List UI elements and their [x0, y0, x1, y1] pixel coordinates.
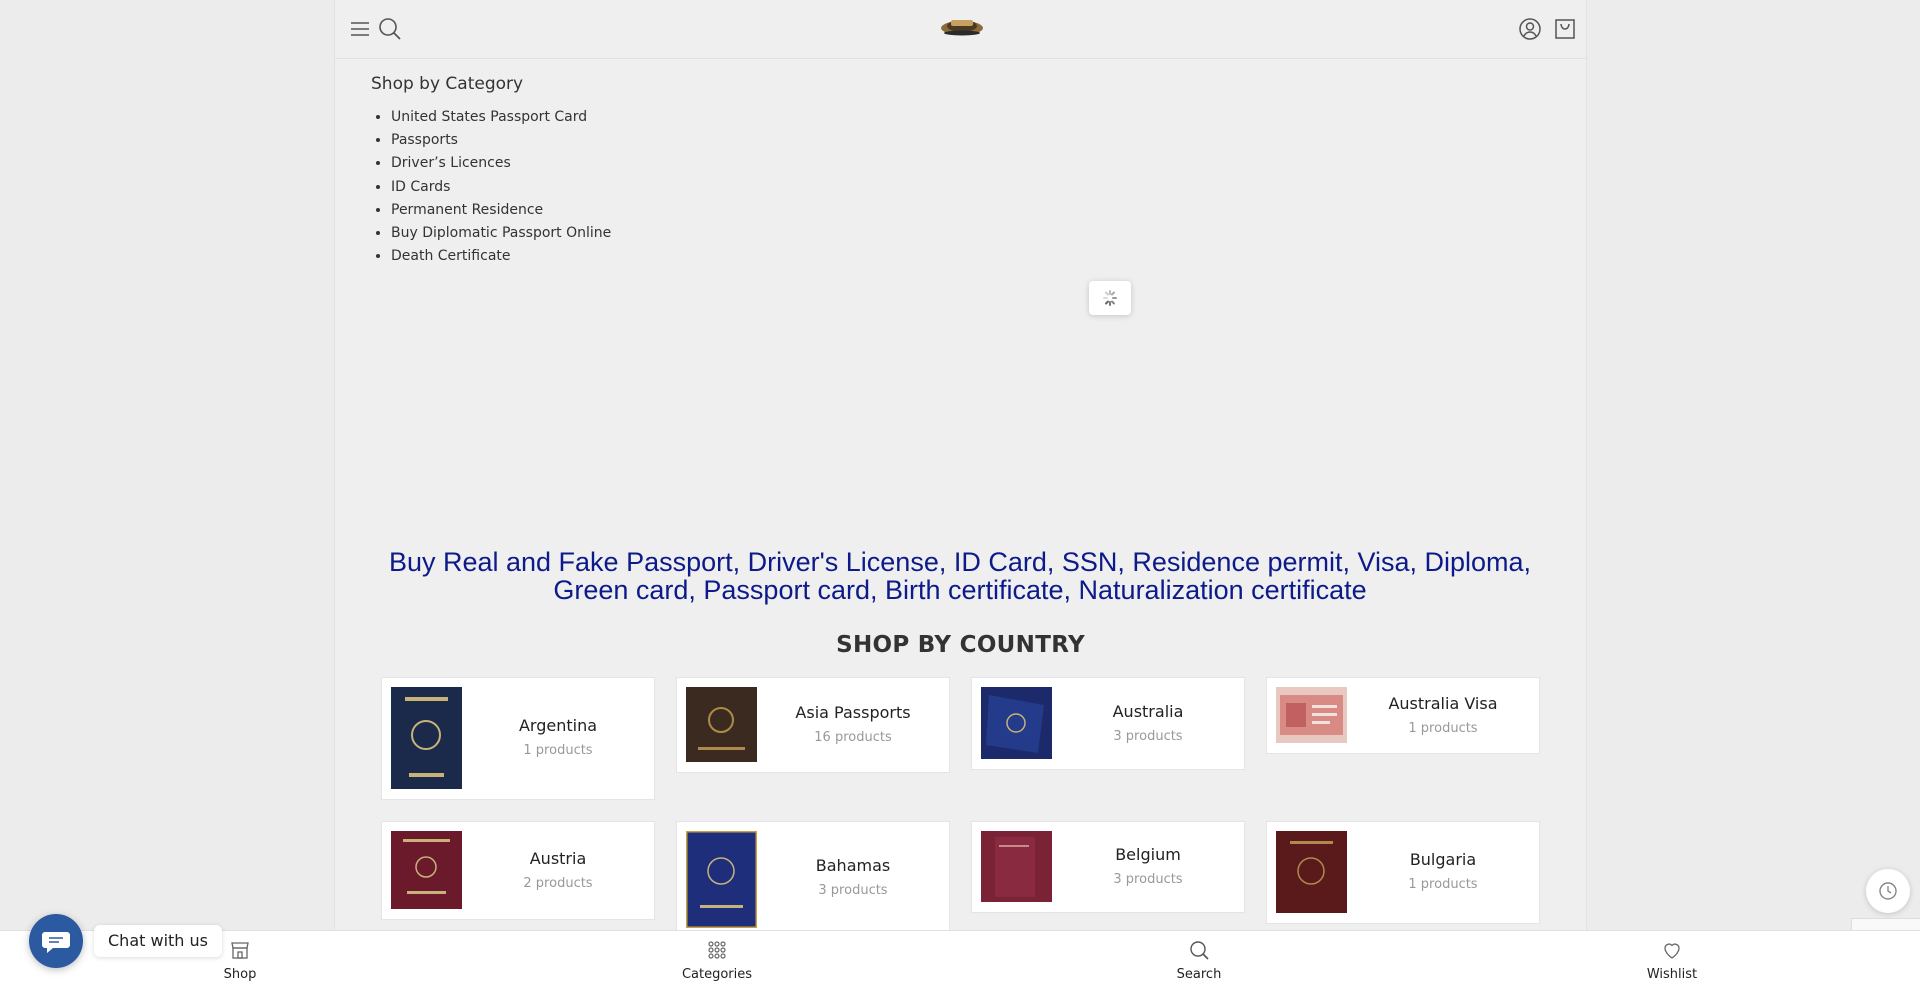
product-count: 3 products — [818, 883, 888, 898]
passport-thumbnail — [981, 831, 1052, 902]
country-card-bulgaria[interactable]: Bulgaria 1 products — [1266, 821, 1540, 924]
nav-categories-label: Categories — [681, 967, 753, 982]
shop-icon — [231, 942, 249, 959]
product-count: 16 products — [814, 730, 892, 745]
country-card-argentina[interactable]: Argentina 1 products — [381, 677, 655, 800]
country-card-asia-passports[interactable]: Asia Passports 16 products — [676, 677, 950, 773]
category-item[interactable]: Death Certificate — [391, 245, 611, 268]
country-name: Australia — [1112, 702, 1184, 721]
chat-bubble-icon — [42, 932, 70, 953]
passport-thumbnail — [686, 687, 757, 762]
nav-search-label: Search — [1176, 967, 1222, 982]
nav-shop-label: Shop — [223, 967, 257, 982]
country-card-bahamas[interactable]: Bahamas 3 products — [676, 821, 950, 931]
category-item[interactable]: Driver’s Licences — [391, 152, 611, 175]
bottom-navigation: Shop Categories Search Wishlist — [0, 930, 1920, 994]
product-count: 1 products — [523, 743, 593, 758]
nav-search[interactable]: Search — [1129, 939, 1269, 982]
category-item[interactable]: Buy Diplomatic Passport Online — [391, 222, 611, 245]
page-container: Shop by Category United States Passport … — [334, 0, 1587, 993]
visa-thumbnail — [1276, 687, 1347, 743]
page-headline: Buy Real and Fake Passport, Driver's Lic… — [388, 547, 1532, 605]
product-count: 1 products — [1408, 721, 1478, 736]
country-name: Australia Visa — [1388, 694, 1498, 713]
country-name: Argentina — [518, 716, 598, 735]
category-item[interactable]: Permanent Residence — [391, 199, 611, 222]
country-card-austria[interactable]: Austria 2 products — [381, 821, 655, 920]
product-count: 2 products — [523, 876, 593, 891]
category-section-title: Shop by Category — [371, 74, 524, 94]
grid-icon — [708, 941, 726, 959]
chat-button[interactable] — [29, 914, 83, 968]
passport-thumbnail — [391, 687, 462, 789]
search-icon[interactable] — [377, 16, 403, 42]
user-icon[interactable] — [1517, 16, 1543, 42]
recently-viewed-button[interactable] — [1866, 869, 1910, 913]
nav-wishlist-label: Wishlist — [1646, 967, 1698, 982]
chat-label[interactable]: Chat with us — [94, 925, 222, 957]
passport-thumbnail — [1276, 831, 1347, 913]
bag-icon[interactable] — [1552, 16, 1578, 42]
country-name: Asia Passports — [795, 703, 911, 722]
nav-categories[interactable]: Categories — [647, 939, 787, 982]
category-item[interactable]: Passports — [391, 129, 611, 152]
category-item[interactable]: United States Passport Card — [391, 106, 611, 129]
shop-by-country-title: SHOP BY COUNTRY — [836, 632, 1085, 658]
passport-thumbnail — [684, 829, 759, 930]
hamburger-icon[interactable] — [347, 16, 373, 42]
passport-thumbnail — [981, 687, 1052, 759]
country-name: Austria — [529, 849, 587, 868]
country-name: Bahamas — [815, 856, 891, 875]
product-count: 3 products — [1113, 872, 1183, 887]
loading-spinner — [1089, 281, 1131, 315]
heart-icon — [1664, 943, 1680, 959]
country-card-australia-visa[interactable]: Australia Visa 1 products — [1266, 677, 1540, 754]
passport-thumbnail — [391, 831, 462, 909]
search-icon — [1190, 941, 1209, 960]
product-count: 3 products — [1113, 729, 1183, 744]
category-list: United States Passport Card Passports Dr… — [369, 106, 611, 268]
country-card-belgium[interactable]: Belgium 3 products — [971, 821, 1245, 913]
site-header — [335, 0, 1586, 59]
category-item[interactable]: ID Cards — [391, 176, 611, 199]
country-name: Bulgaria — [1409, 850, 1477, 869]
country-card-australia[interactable]: Australia 3 products — [971, 677, 1245, 770]
product-count: 1 products — [1408, 877, 1478, 892]
nav-wishlist[interactable]: Wishlist — [1602, 939, 1742, 982]
country-name: Belgium — [1115, 845, 1181, 864]
site-logo[interactable] — [939, 14, 985, 38]
